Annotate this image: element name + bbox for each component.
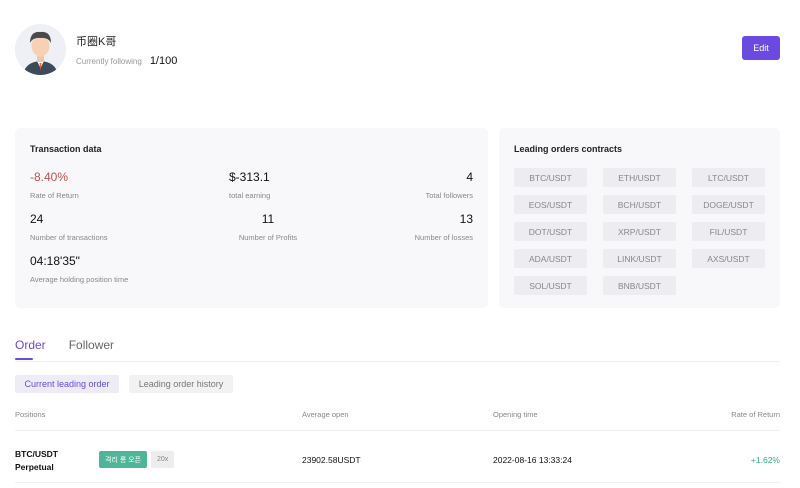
leverage-tag: 20x [151,451,175,468]
stat-value: 4 [466,170,473,184]
stat-label: Total followers [425,191,473,200]
stat-label: Number of losses [414,233,473,242]
stat-number-of-transactions: 24 Number of transactions [30,212,108,242]
opening-time-value: 2022-08-16 13:33:24 [493,455,572,465]
following-count: 1/100 [149,55,178,67]
contract-pair-chip[interactable]: AXS/USDT [692,249,765,268]
stat-label: total earning [229,191,271,200]
stat-value: $-313.1 [229,170,270,184]
stat-value: -8.40% [30,170,69,184]
profile-header: 币圈K哥 Currently following 1/100 [15,22,177,76]
contract-pair-chip[interactable]: LTC/USDT [692,168,765,187]
contract-pair-chip[interactable]: DOGE/USDT [692,195,765,214]
table-divider [15,482,780,483]
contract-pair-chip[interactable]: BNB/USDT [603,276,676,295]
position-name: BTC/USDT Perpetual [15,448,58,474]
column-header-rate-of-return: Rate of Return [731,410,780,419]
profile-name: 币圈K哥 [76,36,117,48]
edit-button[interactable]: Edit [742,36,780,60]
column-header-opening-time: Opening time [493,410,538,419]
user-avatar-icon [15,23,66,75]
table-divider [15,430,780,431]
contract-pair-chip[interactable]: ADA/USDT [514,249,587,268]
tab-order[interactable]: Order [15,338,46,360]
stat-value: 24 [30,212,44,226]
tab-follower[interactable]: Follower [69,338,114,360]
contract-pair-chip[interactable]: SOL/USDT [514,276,587,295]
contract-pair-chip[interactable]: DOT/USDT [514,222,587,241]
contract-pair-chip[interactable]: ETH/USDT [603,168,676,187]
following-label: Currently following [76,57,142,66]
following-row: Currently following 1/100 [76,55,177,67]
contract-pair-chip[interactable]: BTC/USDT [514,168,587,187]
contract-pair-chip[interactable]: BCH/USDT [603,195,676,214]
side-tag: 격리 롱 오픈 [99,451,148,468]
stat-total-earning: $-313.1 total earning [229,170,270,200]
position-symbol: BTC/USDT [15,449,58,459]
leading-orders-card: Leading orders contracts BTC/USDT ETH/US… [499,128,780,308]
stat-number-of-losses: 13 Number of losses [415,212,473,242]
stat-number-of-profits: 11 Number of Profits [220,212,316,242]
stat-label: Number of Profits [238,233,298,242]
tabs-divider [15,361,780,362]
contract-pair-chip[interactable]: XRP/USDT [603,222,676,241]
contract-pair-chip[interactable]: EOS/USDT [514,195,587,214]
rate-of-return-value: +1.62% [750,455,780,465]
stat-label: Number of transactions [30,233,108,242]
profile-text: 币圈K哥 Currently following 1/100 [76,31,177,67]
stat-total-followers: 4 Total followers [425,170,473,200]
column-header-average-open: Average open [302,410,349,419]
transaction-data-title: Transaction data [30,144,102,154]
leading-order-history-button[interactable]: Leading order history [129,375,233,393]
stat-average-holding-time: 04:18'35" Average holding position time [30,254,128,284]
average-open-value: 23902.58USDT [302,455,361,465]
current-leading-order-button[interactable]: Current leading order [15,375,119,393]
stat-label: Rate of Return [30,191,79,200]
stat-label: Average holding position time [30,275,129,284]
transaction-data-card: Transaction data -8.40% Rate of Return $… [15,128,488,308]
stat-rate-of-return: -8.40% Rate of Return [30,170,79,200]
contract-pair-chip[interactable]: LINK/USDT [603,249,676,268]
stat-value: 13 [459,212,473,226]
contract-pair-chip[interactable]: FIL/USDT [692,222,765,241]
stat-value: 11 [261,212,275,226]
column-header-positions: Positions [15,410,46,419]
main-tabs: Order Follower [15,338,137,360]
stat-value: 04:18'35" [30,254,80,268]
leading-orders-title: Leading orders contracts [514,144,623,154]
position-type: Perpetual [15,462,54,472]
